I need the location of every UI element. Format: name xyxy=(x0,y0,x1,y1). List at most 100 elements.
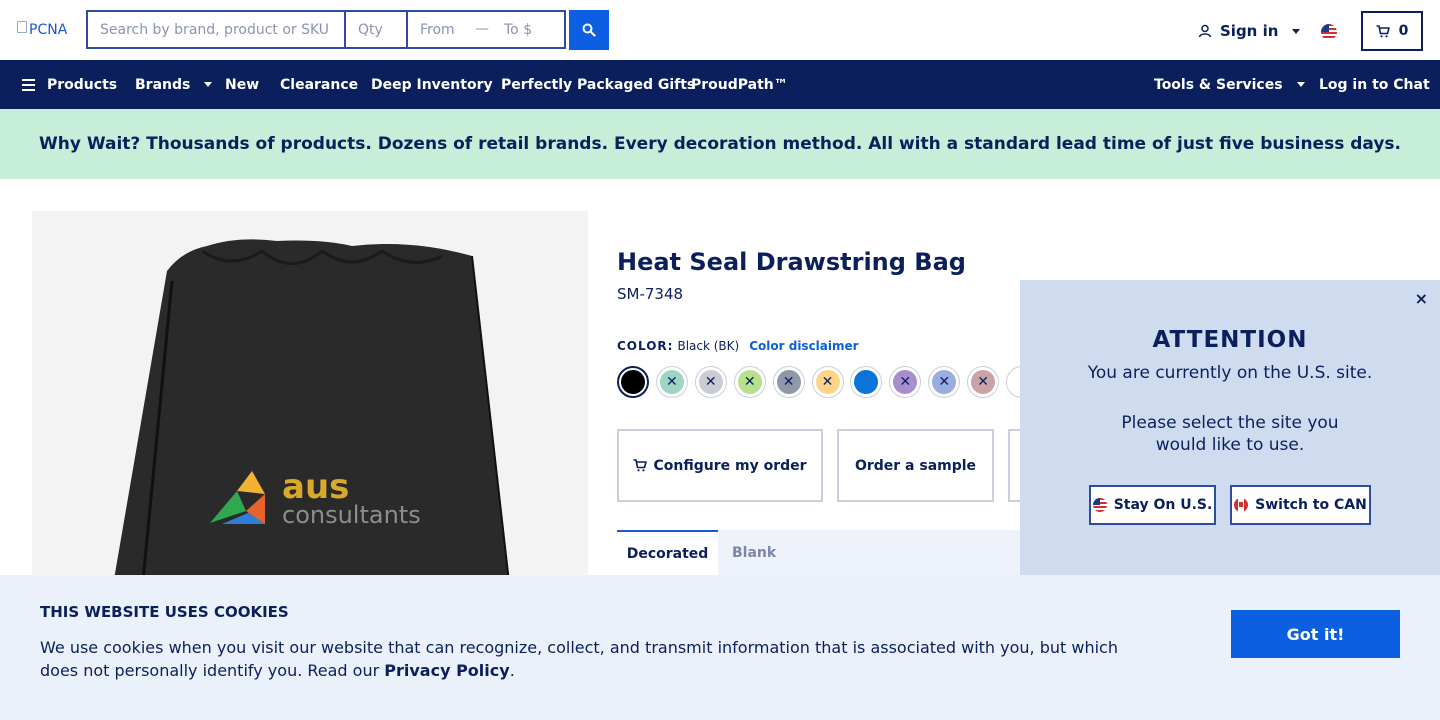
color-swatch[interactable]: ✕ xyxy=(655,366,688,398)
promo-banner-text: Why Wait? Thousands of products. Dozens … xyxy=(38,134,1402,154)
qty-input[interactable] xyxy=(346,12,408,47)
swatch-color-dot: ✕ xyxy=(776,370,801,394)
drawstring-bag-image: aus consultants xyxy=(112,239,511,592)
swatch-color-dot xyxy=(854,370,879,394)
tab-blank-label: Blank xyxy=(732,544,777,561)
nav-tools-label: Tools & Services xyxy=(1154,76,1283,93)
price-from-input[interactable] xyxy=(408,12,472,47)
color-swatch[interactable]: ✕ xyxy=(967,366,1000,398)
order-sample-label: Order a sample xyxy=(854,457,977,474)
cart-count: 0 xyxy=(1398,23,1409,39)
canada-flag-icon xyxy=(1234,498,1249,512)
switch-to-can-button[interactable]: Switch to CAN xyxy=(1230,485,1371,525)
image-brand-line2: consultants xyxy=(282,501,421,529)
swatch-color-dot: ✕ xyxy=(659,370,684,394)
unavailable-x-icon: ✕ xyxy=(977,374,989,390)
nav-perfectly-packaged-gifts[interactable]: Perfectly Packaged Gifts xyxy=(501,60,695,109)
promo-banner: Why Wait? Thousands of products. Dozens … xyxy=(0,109,1440,179)
nav-products[interactable]: Products xyxy=(22,60,117,109)
chevron-down-icon xyxy=(1296,82,1305,87)
color-swatch[interactable]: ✕ xyxy=(772,366,805,398)
cart-icon xyxy=(1376,24,1390,37)
nav-new[interactable]: New xyxy=(225,60,259,109)
chevron-down-icon xyxy=(1292,28,1301,34)
swatch-color-dot: ✕ xyxy=(698,370,723,394)
pcna-logo[interactable]: PCNA xyxy=(17,21,68,38)
nav-log-in-to-chat[interactable]: Log in to Chat xyxy=(1319,60,1430,109)
configure-order-label: Configure my order xyxy=(653,457,807,474)
stay-on-us-label: Stay On U.S. xyxy=(1113,497,1213,513)
cookie-text: We use cookies when you visit our websit… xyxy=(40,636,1150,682)
product-title: Heat Seal Drawstring Bag xyxy=(617,248,966,276)
cookie-text-end: . xyxy=(509,661,515,680)
nav-proudpath[interactable]: ProudPath™ xyxy=(691,60,788,109)
color-disclaimer-link[interactable]: Color disclaimer xyxy=(749,339,858,353)
chevron-down-icon xyxy=(204,82,213,87)
nav-tools-services[interactable]: Tools & Services xyxy=(1154,60,1305,109)
configure-order-button[interactable]: Configure my order xyxy=(617,429,823,502)
color-swatch[interactable] xyxy=(617,366,649,398)
modal-title: ATTENTION xyxy=(1152,327,1308,353)
privacy-policy-link[interactable]: Privacy Policy xyxy=(384,661,509,680)
unavailable-x-icon: ✕ xyxy=(938,374,951,390)
color-swatches: ✕ ✕ ✕ ✕ ✕ ✕ ✕ ✕ xyxy=(617,365,1021,399)
tab-blank[interactable]: Blank xyxy=(732,530,776,575)
unavailable-x-icon: ✕ xyxy=(782,374,795,390)
broken-image-icon xyxy=(17,21,27,33)
color-label: COLOR: xyxy=(617,339,674,353)
color-swatch[interactable] xyxy=(1006,366,1021,398)
color-swatch[interactable]: ✕ xyxy=(733,366,766,398)
tab-decorated[interactable]: Decorated xyxy=(617,530,718,575)
search-input[interactable] xyxy=(88,12,346,47)
tabs-bar: Decorated Blank xyxy=(617,530,1021,575)
color-swatch[interactable]: ✕ xyxy=(694,366,727,398)
nav-new-label: New xyxy=(225,76,260,93)
swatch-color-dot: ✕ xyxy=(737,370,762,394)
nav-proudpath-label: ProudPath™ xyxy=(691,76,788,93)
sign-in-label: Sign in xyxy=(1220,22,1279,40)
nav-clearance-label: Clearance xyxy=(280,76,359,93)
swatch-color-dot: ✕ xyxy=(971,370,996,394)
cookie-text-body: We use cookies when you visit our websit… xyxy=(40,638,1118,680)
price-separator: — xyxy=(475,21,489,37)
unavailable-x-icon: ✕ xyxy=(899,374,912,390)
swatch-color-dot: ✕ xyxy=(932,370,957,394)
nav-deep-inventory[interactable]: Deep Inventory xyxy=(371,60,493,109)
price-to-input[interactable] xyxy=(492,12,564,47)
color-swatch[interactable] xyxy=(850,366,883,398)
cart-button[interactable]: 0 xyxy=(1361,11,1423,51)
sign-in-button[interactable]: Sign in xyxy=(1198,22,1301,40)
us-flag-icon[interactable] xyxy=(1321,24,1337,40)
menu-icon xyxy=(22,78,35,91)
unavailable-x-icon: ✕ xyxy=(743,374,756,390)
search-bar: — xyxy=(86,10,566,49)
switch-to-can-label: Switch to CAN xyxy=(1255,497,1367,513)
got-it-label: Got it! xyxy=(1286,624,1345,644)
order-sample-button[interactable]: Order a sample xyxy=(837,429,994,502)
color-value: Black (BK) xyxy=(677,339,740,353)
stay-on-us-button[interactable]: Stay On U.S. xyxy=(1089,485,1216,525)
swatch-color-dot: ✕ xyxy=(893,370,918,394)
main-nav: Products Brands New Clearance Deep Inven… xyxy=(0,60,1440,109)
product-image[interactable]: aus consultants xyxy=(32,211,588,631)
color-swatch[interactable]: ✕ xyxy=(889,366,922,398)
user-icon xyxy=(1198,24,1212,38)
color-swatch[interactable]: ✕ xyxy=(928,366,961,398)
nav-chat-label: Log in to Chat xyxy=(1319,76,1430,93)
cookie-banner: THIS WEBSITE USES COOKIES We use cookies… xyxy=(0,575,1440,720)
nav-gifts-label: Perfectly Packaged Gifts xyxy=(501,76,696,93)
nav-products-label: Products xyxy=(47,76,118,93)
nav-clearance[interactable]: Clearance xyxy=(280,60,358,109)
modal-current-site-text: You are currently on the U.S. site. xyxy=(1087,363,1373,383)
color-swatch[interactable]: ✕ xyxy=(811,366,844,398)
unavailable-x-icon: ✕ xyxy=(704,374,717,390)
got-it-button[interactable]: Got it! xyxy=(1231,610,1400,658)
close-icon[interactable]: × xyxy=(1415,289,1428,308)
search-button[interactable] xyxy=(569,10,609,50)
logo-alt-text: PCNA xyxy=(29,22,68,38)
nav-brands[interactable]: Brands xyxy=(135,60,213,109)
site-selection-modal: × ATTENTION You are currently on the U.S… xyxy=(1020,280,1440,575)
us-flag-icon xyxy=(1092,498,1107,512)
tab-decorated-label: Decorated xyxy=(626,545,709,562)
unavailable-x-icon: ✕ xyxy=(821,374,834,390)
